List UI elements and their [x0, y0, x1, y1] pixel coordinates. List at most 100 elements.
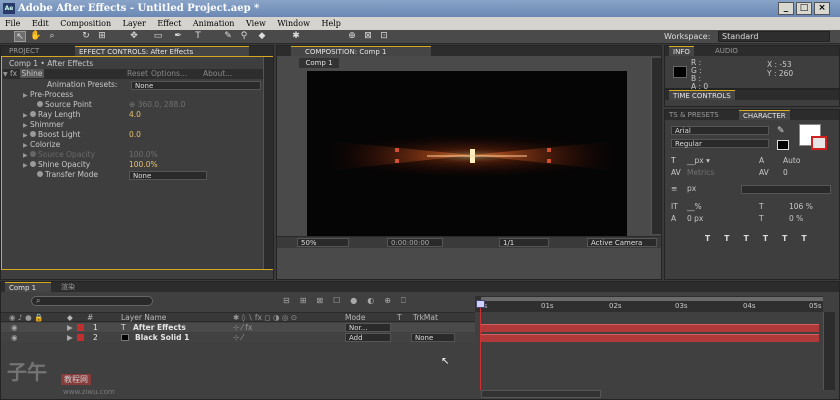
clone-tool-icon[interactable]: ⚲ — [238, 31, 250, 42]
menu-window[interactable]: Window — [277, 19, 310, 28]
resolution-dropdown[interactable]: 1/1 — [499, 238, 549, 247]
minimize-button[interactable]: _ — [778, 2, 794, 15]
layer-1-duration-bar[interactable] — [481, 324, 819, 332]
menu-file[interactable]: File — [5, 19, 20, 28]
shine-opacity-value[interactable]: 100.0% — [129, 160, 158, 170]
visibility-icon[interactable]: ◉ — [11, 333, 18, 342]
work-area-bar[interactable] — [481, 297, 823, 301]
ray-length-value[interactable]: 4.0 — [129, 110, 141, 120]
reset-link[interactable]: Reset — [127, 69, 148, 79]
layer-2-duration-bar[interactable] — [481, 334, 819, 342]
playhead-handle[interactable] — [476, 300, 485, 308]
stopwatch-icon[interactable] — [37, 171, 43, 177]
layer-row-1[interactable]: ◉ ▶ 1 T After Effects ⊹ ⁄ fx Nor... — [1, 323, 475, 332]
expand-arrow-icon[interactable]: ▶ — [67, 333, 73, 342]
comp-sub-tab[interactable]: Comp 1 — [299, 58, 339, 68]
menu-animation[interactable]: Animation — [193, 19, 235, 28]
vscale-field[interactable]: __% — [687, 202, 702, 212]
brush-tool-icon[interactable]: ✎ — [222, 31, 234, 42]
close-button[interactable]: × — [814, 2, 830, 15]
about-link[interactable]: About... — [203, 69, 232, 79]
options-link[interactable]: Options... — [151, 69, 187, 79]
anim-presets-dropdown[interactable]: None — [131, 81, 261, 90]
pre-process-row[interactable]: ▶ Pre-Process — [23, 90, 73, 100]
tab-project[interactable]: PROJECT — [5, 46, 43, 56]
menu-composition[interactable]: Composition — [60, 19, 111, 28]
stroke-style-dropdown[interactable] — [741, 185, 831, 194]
rectangle-tool-icon[interactable]: ▭ — [152, 31, 164, 42]
tab-audio[interactable]: AUDIO — [711, 46, 742, 56]
font-dropdown[interactable]: Arial — [671, 126, 769, 135]
tab-info[interactable]: INFO — [669, 46, 694, 56]
tracking-field[interactable]: 0 — [783, 168, 788, 178]
expand-arrow-icon[interactable]: ▶ — [67, 323, 73, 332]
workspace-select[interactable]: Standard — [718, 31, 830, 42]
stroke-swatch[interactable] — [811, 136, 827, 150]
source-point-value[interactable]: ⊕ 360.0, 288.0 — [129, 100, 185, 110]
layer-trkmat-dropdown[interactable]: None — [411, 333, 455, 342]
effect-shine-row[interactable]: ▼ fx Shine Reset Options... About... — [3, 69, 273, 79]
composition-viewer[interactable] — [307, 71, 627, 236]
maximize-button[interactable]: □ — [796, 2, 812, 15]
shimmer-row[interactable]: ▶ Shimmer — [23, 120, 64, 130]
camera-dropdown[interactable]: Active Camera — [587, 238, 657, 247]
text-tool-icon[interactable]: T — [192, 31, 204, 42]
effect-controls-scrollbar[interactable] — [263, 57, 273, 269]
style-dropdown[interactable]: Regular — [671, 139, 769, 148]
layer-name[interactable]: Black Solid 1 — [135, 333, 189, 342]
leading-field[interactable]: Auto — [783, 156, 800, 166]
boost-light-value[interactable]: 0.0 — [129, 130, 141, 140]
stroke-color-swatch[interactable] — [777, 140, 789, 150]
world-axis-icon[interactable]: ⊠ — [362, 31, 374, 42]
stopwatch-icon[interactable] — [30, 161, 37, 167]
time-ruler[interactable]: 0s 01s 02s 03s 04s 05s — [475, 296, 823, 312]
menu-effect[interactable]: Effect — [157, 19, 181, 28]
playhead[interactable] — [480, 304, 481, 390]
zoom-tool-icon[interactable]: ⌕ — [46, 31, 58, 42]
rotate-tool-icon[interactable]: ↻ — [80, 31, 92, 42]
hscale-field[interactable]: 106 % — [789, 202, 813, 212]
hand-tool-icon[interactable]: ✋ — [30, 31, 42, 42]
eraser-tool-icon[interactable]: ◆ — [256, 31, 268, 42]
transfer-mode-dropdown[interactable]: None — [129, 171, 207, 180]
layer-row-2[interactable]: ◉ ▶ 2 Black Solid 1 ⊹ ⁄ Add None — [1, 333, 475, 342]
tsume-field[interactable]: 0 % — [789, 214, 803, 224]
tab-composition[interactable]: COMPOSITION: Comp 1 — [291, 46, 431, 56]
layer-mode-dropdown[interactable]: Add — [345, 333, 391, 342]
source-opacity-value[interactable]: 100.0% — [129, 150, 158, 160]
menu-edit[interactable]: Edit — [32, 19, 49, 28]
tab-time-controls[interactable]: TIME CONTROLS — [669, 90, 735, 100]
camera-tool-icon[interactable]: ⊞ — [96, 31, 108, 42]
pan-behind-tool-icon[interactable]: ✥ — [128, 31, 140, 42]
layer-name-header[interactable]: Layer Name — [121, 313, 166, 322]
timeline-switches[interactable]: ⊟⊞⊠☐●◐⊕⎕ — [283, 296, 416, 306]
layer-switches[interactable]: ⊹ ⁄ — [233, 333, 243, 342]
baseline-field[interactable]: 0 px — [687, 214, 703, 224]
tab-effect-controls[interactable]: EFFECT CONTROLS: After Effects — [75, 46, 249, 56]
view-axis-icon[interactable]: ⊡ — [378, 31, 390, 42]
tab-character[interactable]: CHARACTER — [739, 110, 790, 120]
zoom-dropdown[interactable]: 50% — [297, 238, 349, 247]
menu-help[interactable]: Help — [321, 19, 340, 28]
zoom-slider[interactable] — [481, 390, 601, 398]
timeline-search-input[interactable]: ⌕ — [31, 296, 153, 306]
axis-mode-icon[interactable]: ⊕ — [346, 31, 358, 42]
pen-tool-icon[interactable]: ✒ — [172, 31, 184, 42]
layer-mode-dropdown[interactable]: Nor... — [345, 323, 391, 332]
tab-presets[interactable]: TS & PRESETS — [665, 110, 723, 120]
timecode-field[interactable]: 0:00:00:00 — [387, 238, 443, 247]
layer-name[interactable]: After Effects — [133, 323, 186, 332]
layer-label-color[interactable] — [77, 324, 84, 331]
timeline-scrollbar[interactable] — [823, 312, 835, 390]
visibility-icon[interactable]: ◉ — [11, 323, 18, 332]
text-style-buttons[interactable]: TTTTTT — [705, 234, 821, 244]
stopwatch-icon[interactable] — [30, 151, 37, 157]
font-size-field[interactable]: __px ▾ — [687, 156, 710, 166]
menu-view[interactable]: View — [246, 19, 266, 28]
layer-label-color[interactable] — [77, 334, 84, 341]
colorize-row[interactable]: ▶ Colorize — [23, 140, 60, 150]
eyedropper-icon[interactable]: ✎ — [777, 126, 785, 136]
menu-layer[interactable]: Layer — [123, 19, 146, 28]
tab-render-queue[interactable]: 渲染 — [57, 282, 79, 292]
kerning-field[interactable]: Metrics — [687, 168, 714, 178]
